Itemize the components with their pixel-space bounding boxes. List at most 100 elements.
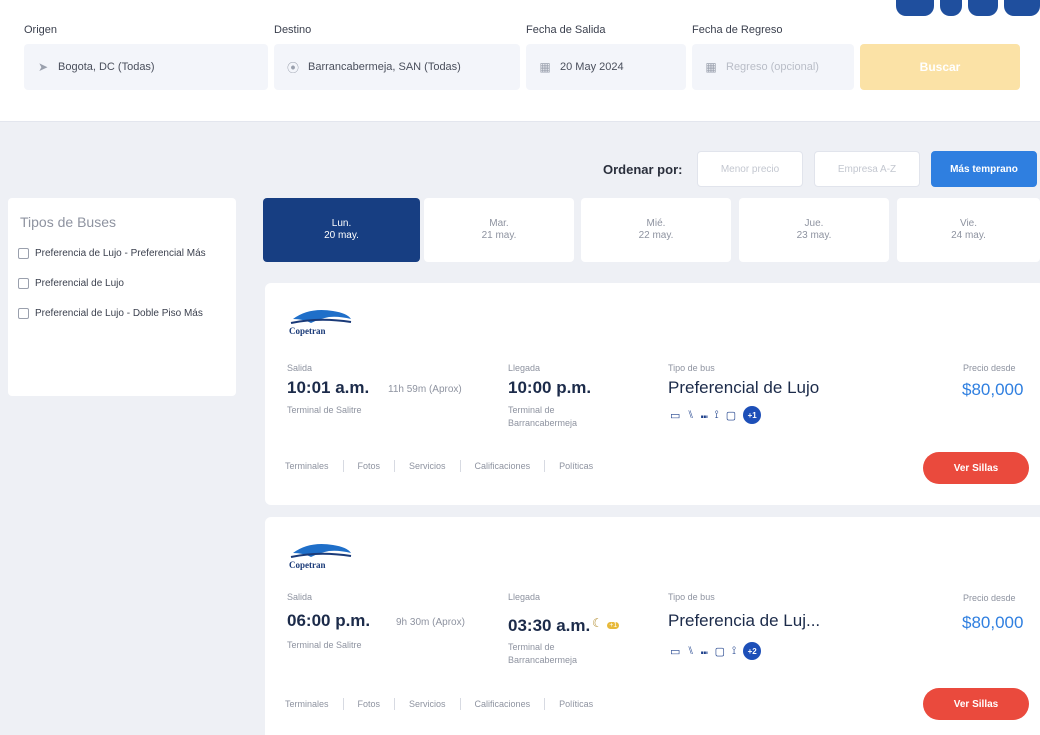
return-date-placeholder: Regreso (opcional) [726,61,819,73]
company-logo: Copetran [289,305,353,339]
filter-option-label: Preferencial de Lujo - Doble Piso Más [35,308,203,319]
filters-title: Tipos de Buses [20,214,116,230]
departure-terminal: Terminal de Salitre [287,405,362,415]
search-button[interactable]: Buscar [860,44,1020,90]
date-tab-date: 24 may. [951,230,986,241]
filter-option[interactable]: Preferencia de Lujo - Preferencial Más [18,246,226,262]
date-tab-day: Jue. [804,218,824,229]
return-label: Fecha de Regreso [692,24,783,36]
next-day-badge: +1 [607,622,620,629]
outlet-icon: ▢ [725,409,737,422]
trip-card: Copetran Salida 10:01 a.m. 11h 59m (Apro… [265,283,1040,505]
trip-price: $80,000 [962,380,1024,399]
price-label: Precio desde [963,593,1016,603]
map-pin-icon: ⦿ [286,60,299,75]
sort-company-az-button[interactable]: Empresa A-Z [814,151,920,187]
origin-label: Origen [24,24,58,36]
amenities-list: ▭ ⑊ ⑉ ⟟ ▢ +1 [670,406,762,424]
arrival-time: 10:00 p.m. [508,378,592,397]
date-tab-day: Mié. [646,218,666,229]
departure-time: 06:00 p.m. [287,611,371,630]
date-tab-day: Lun. [331,218,352,229]
return-date-field[interactable]: ▦ Regreso (opcional) [692,44,854,90]
destination-field[interactable]: ⦿ Barrancabermeja, SAN (Todas) [274,44,520,90]
date-tab-date: 21 may. [481,230,517,241]
more-amenities-badge[interactable]: +2 [743,642,762,660]
price-label: Precio desde [963,363,1016,373]
wifi-icon: ⟟ [732,644,737,657]
sort-lowest-price-button[interactable]: Menor precio [697,151,803,187]
date-tab-date: 23 may. [796,230,832,241]
moon-icon: ☾ [592,616,603,630]
greyhound-logo-icon [290,544,352,558]
departure-label: Fecha de Salida [526,24,606,36]
photos-link[interactable]: Fotos [358,699,381,709]
filter-option-label: Preferencial de Lujo [35,278,124,289]
arrival-terminal: Terminal de Barrancabermeja [508,405,578,428]
date-tab-mon[interactable]: Lun. 20 may. [263,198,420,262]
reclining-seat-icon: ⑉ [701,409,708,421]
date-tab-day: Mar. [489,218,509,229]
screen-icon: ▢ [714,645,726,658]
filter-option[interactable]: Preferencial de Lujo - Doble Piso Más [18,306,226,322]
date-tab-date: 20 may. [324,230,359,241]
ratings-link[interactable]: Calificaciones [475,461,531,471]
view-seats-button[interactable]: Ver Sillas [923,688,1029,720]
policies-link[interactable]: Políticas [559,699,593,709]
more-amenities-badge[interactable]: +1 [743,406,762,424]
tv-icon: ▭ [670,409,681,422]
filter-option[interactable]: Preferencial de Lujo [18,276,226,292]
ratings-link[interactable]: Calificaciones [475,699,531,709]
destination-value: Barrancabermeja, SAN (Todas) [308,61,461,73]
departure-time: 10:01 a.m. [287,378,370,397]
filter-option-label: Preferencia de Lujo - Preferencial Más [35,248,206,259]
terminals-link[interactable]: Terminales [285,461,329,471]
bus-type-label: Tipo de bus [668,363,715,373]
search-bar: Origen ➤ Bogota, DC (Todas) Destino ⦿ Ba… [0,0,1040,122]
company-name: Copetran [289,326,326,336]
photos-link[interactable]: Fotos [358,461,381,471]
departure-terminal: Terminal de Salitre [287,640,362,650]
departure-date-field[interactable]: ▦ 20 May 2024 [526,44,686,90]
policies-link[interactable]: Políticas [559,461,593,471]
arrival-label: Llegada [508,592,541,602]
calendar-icon: ▦ [705,60,717,74]
arrival-label: Llegada [508,363,541,373]
date-tab-day: Vie. [959,218,978,229]
location-arrow-icon: ➤ [37,60,49,74]
checkbox[interactable] [18,278,29,289]
date-tab-date: 22 may. [638,230,674,241]
origin-value: Bogota, DC (Todas) [58,61,155,73]
services-link[interactable]: Servicios [409,699,446,709]
next-day-indicator: ☾ +1 [592,614,620,632]
bus-type: Preferencial de Lujo [668,378,820,397]
greyhound-logo-icon [290,310,352,324]
terminals-link[interactable]: Terminales [285,699,329,709]
trip-duration: 9h 30m (Aprox) [396,617,465,628]
date-tab-thu[interactable]: Jue. 23 may. [739,198,889,262]
origin-field[interactable]: ➤ Bogota, DC (Todas) [24,44,268,90]
order-by-label: Ordenar por: [603,162,683,177]
departure-date-value: 20 May 2024 [560,61,624,73]
trip-links: Terminales Fotos Servicios Calificacione… [285,698,593,710]
trip-card: Copetran Salida 06:00 p.m. 9h 30m (Aprox… [265,517,1040,735]
checkbox[interactable] [18,308,29,319]
sort-earliest-button[interactable]: Más temprano [931,151,1037,187]
date-tab-tue[interactable]: Mar. 21 may. [424,198,574,262]
seat-icon: ⑊ [687,409,695,421]
destination-label: Destino [274,24,312,36]
bus-type-filters: Tipos de Buses Preferencia de Lujo - Pre… [8,198,236,396]
company-name: Copetran [289,560,326,570]
brand-logo [896,0,1040,16]
view-seats-button[interactable]: Ver Sillas [923,452,1029,484]
date-tab-wed[interactable]: Mié. 22 may. [581,198,731,262]
wifi-icon: ⟟ [714,408,719,421]
services-link[interactable]: Servicios [409,461,446,471]
trip-links: Terminales Fotos Servicios Calificacione… [285,460,593,472]
trip-price: $80,000 [962,613,1024,632]
trip-duration: 11h 59m (Aprox) [388,384,462,395]
company-logo: Copetran [289,539,353,573]
departure-label: Salida [287,592,313,602]
checkbox[interactable] [18,248,29,259]
date-tab-fri[interactable]: Vie. 24 may. [897,198,1040,262]
